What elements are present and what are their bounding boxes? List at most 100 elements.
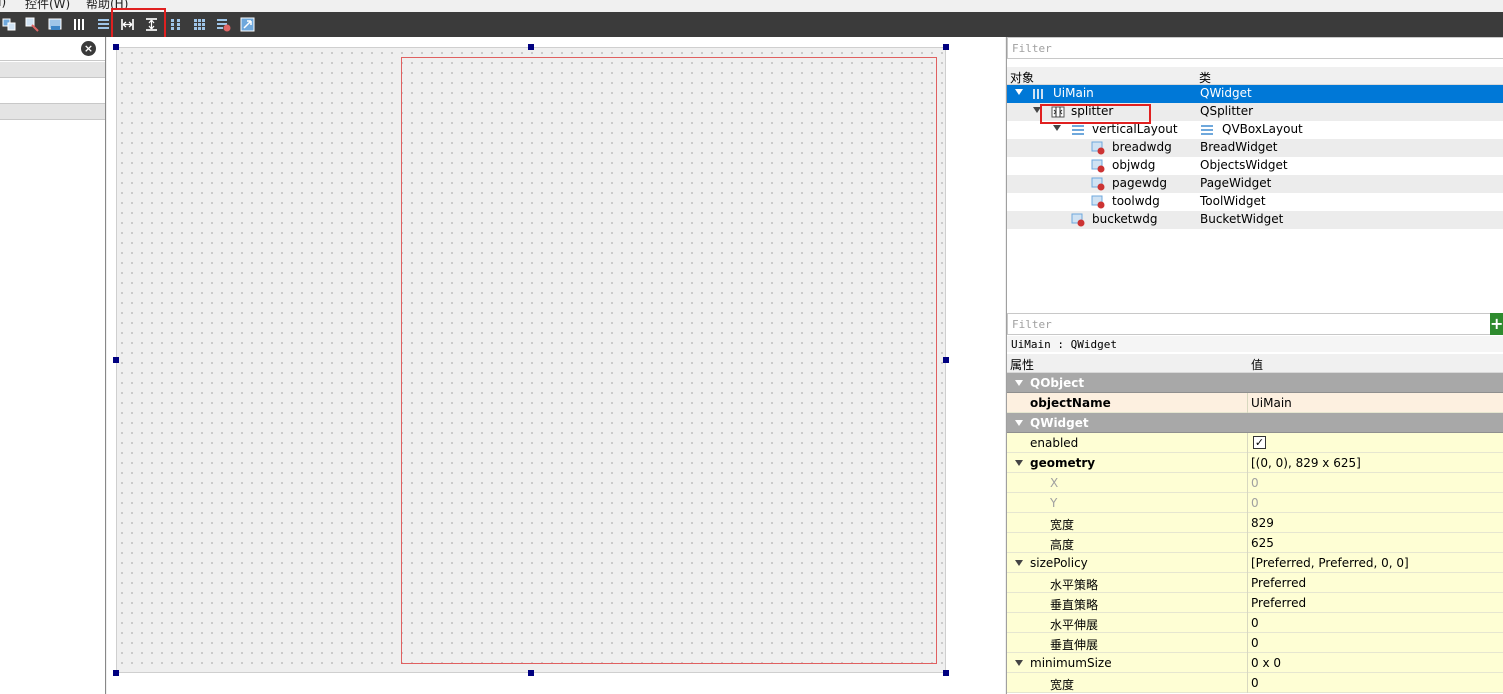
tree-row-breadwdg[interactable]: breadwdg BreadWidget (1007, 139, 1503, 157)
tree-row-verticallayout[interactable]: verticalLayout QVBoxLayout (1007, 121, 1503, 139)
layout-horizontal-icon (74, 19, 84, 30)
tree-item-class: PageWidget (1200, 176, 1272, 190)
edit-signals-button[interactable] (24, 16, 41, 33)
menu-item-partial[interactable]: I) (0, 0, 6, 9)
tree-row-toolwdg[interactable]: toolwdg ToolWidget (1007, 193, 1503, 211)
toolbar (0, 12, 1503, 37)
widget-category-header-2[interactable] (0, 103, 105, 120)
resize-handle-bottom-left[interactable] (113, 670, 119, 676)
property-row-hstretch[interactable]: 水平伸展 0 (1007, 613, 1503, 633)
property-row-min-width[interactable]: 宽度 0 (1007, 673, 1503, 693)
tree-item-class: BreadWidget (1200, 140, 1278, 154)
property-value[interactable]: 0 (1251, 676, 1259, 690)
expand-arrow-icon[interactable] (1015, 560, 1023, 566)
resize-handle-top-right[interactable] (943, 44, 949, 50)
property-name: sizePolicy (1030, 556, 1088, 570)
property-row-minimumsize[interactable]: minimumSize 0 x 0 (1007, 653, 1503, 673)
object-filter-input[interactable]: Filter (1007, 37, 1503, 59)
property-filter-input[interactable]: Filter (1007, 313, 1492, 335)
property-category-qobject[interactable]: QObject (1007, 373, 1503, 393)
property-value[interactable]: [(0, 0), 829 x 625] (1251, 456, 1361, 470)
property-value[interactable]: [Preferred, Preferred, 0, 0] (1251, 556, 1409, 570)
expand-arrow-icon[interactable] (1053, 125, 1061, 131)
menu-widgets[interactable]: 控件(W) (25, 0, 70, 12)
tree-row-pagewdg[interactable]: pagewdg PageWidget (1007, 175, 1503, 193)
splitter-horizontal-button[interactable] (119, 16, 136, 33)
resize-handle-bottom-right[interactable] (943, 670, 949, 676)
column-value[interactable]: 值 (1251, 356, 1263, 373)
tree-item-name: breadwdg (1112, 140, 1172, 154)
property-value[interactable]: 0 x 0 (1251, 656, 1281, 670)
column-class[interactable]: 类 (1199, 69, 1211, 86)
tree-item-name: bucketwdg (1092, 212, 1158, 226)
resize-handle-top-left[interactable] (113, 44, 119, 50)
property-value[interactable]: 0 (1251, 476, 1259, 490)
property-value[interactable]: 0 (1251, 496, 1259, 510)
column-divider (1247, 673, 1248, 693)
property-row-y[interactable]: Y 0 (1007, 493, 1503, 513)
property-row-sizepolicy[interactable]: sizePolicy [Preferred, Preferred, 0, 0] (1007, 553, 1503, 573)
clear-icon[interactable]: × (81, 41, 96, 56)
expand-arrow-icon[interactable] (1015, 660, 1023, 666)
widget-filter-input[interactable]: × (0, 37, 105, 61)
property-value[interactable]: 0 (1251, 616, 1259, 630)
property-row-geometry[interactable]: geometry [(0, 0), 829 x 625] (1007, 453, 1503, 473)
edit-buddies-button[interactable] (47, 16, 64, 33)
column-divider (1247, 553, 1248, 573)
property-name: X (1050, 476, 1059, 490)
vboxlayout-icon (1072, 125, 1084, 135)
expand-arrow-icon[interactable] (1015, 380, 1023, 386)
property-row-hpolicy[interactable]: 水平策略 Preferred (1007, 573, 1503, 593)
add-property-button[interactable]: + (1490, 313, 1503, 335)
tree-item-class: BucketWidget (1200, 212, 1284, 226)
resize-handle-right[interactable] (943, 357, 949, 363)
column-object[interactable]: 对象 (1010, 69, 1034, 86)
property-value[interactable]: 625 (1251, 536, 1274, 550)
tree-row-objwdg[interactable]: objwdg ObjectsWidget (1007, 157, 1503, 175)
property-row-width[interactable]: 宽度 829 (1007, 513, 1503, 533)
layout-horizontal-button[interactable] (71, 16, 88, 33)
tree-row-uimain[interactable]: UiMain QWidget (1007, 85, 1503, 103)
property-editor-header: 属性 值 (1007, 354, 1503, 373)
widget-category-header[interactable] (0, 62, 105, 78)
column-property[interactable]: 属性 (1010, 356, 1034, 373)
property-row-x[interactable]: X 0 (1007, 473, 1503, 493)
property-value[interactable]: Preferred (1251, 576, 1306, 590)
enabled-checkbox[interactable]: ✓ (1253, 436, 1266, 449)
property-value[interactable]: Preferred (1251, 596, 1306, 610)
splitter-vertical-button[interactable] (143, 16, 160, 33)
property-value[interactable]: 829 (1251, 516, 1274, 530)
resize-handle-bottom[interactable] (528, 670, 534, 676)
resize-handle-top[interactable] (528, 44, 534, 50)
break-layout-button[interactable] (215, 16, 232, 33)
splitter-outline[interactable] (401, 57, 937, 664)
expand-arrow-icon[interactable] (1015, 89, 1023, 95)
adjust-size-icon (240, 17, 255, 32)
property-row-enabled[interactable]: enabled ✓ (1007, 433, 1503, 453)
edit-widgets-button[interactable] (1, 16, 18, 33)
adjust-size-button[interactable] (239, 16, 256, 33)
layout-grid-button[interactable] (191, 16, 208, 33)
property-row-vpolicy[interactable]: 垂直策略 Preferred (1007, 593, 1503, 613)
expand-arrow-icon[interactable] (1033, 107, 1041, 113)
property-category-qwidget[interactable]: QWidget (1007, 413, 1503, 433)
expand-arrow-icon[interactable] (1015, 460, 1023, 466)
widget-icon (1091, 159, 1105, 173)
tree-row-splitter[interactable]: splitter QSplitter (1007, 103, 1503, 121)
property-row-vstretch[interactable]: 垂直伸展 0 (1007, 633, 1503, 653)
property-name: objectName (1030, 396, 1111, 410)
property-row-height[interactable]: 高度 625 (1007, 533, 1503, 553)
column-divider (1247, 593, 1248, 613)
tree-row-bucketwdg[interactable]: bucketwdg BucketWidget (1007, 211, 1503, 229)
widget-icon (1071, 213, 1085, 227)
menu-help[interactable]: 帮助(H) (86, 0, 128, 12)
property-value[interactable]: UiMain (1251, 396, 1292, 410)
column-divider (1247, 653, 1248, 673)
property-row-objectname[interactable]: objectName UiMain (1007, 393, 1503, 413)
expand-arrow-icon[interactable] (1015, 420, 1023, 426)
layout-vertical-button[interactable] (95, 16, 112, 33)
resize-handle-left[interactable] (113, 357, 119, 363)
property-filter-placeholder: Filter (1012, 318, 1052, 331)
layout-form-button[interactable] (167, 16, 184, 33)
property-value[interactable]: 0 (1251, 636, 1259, 650)
